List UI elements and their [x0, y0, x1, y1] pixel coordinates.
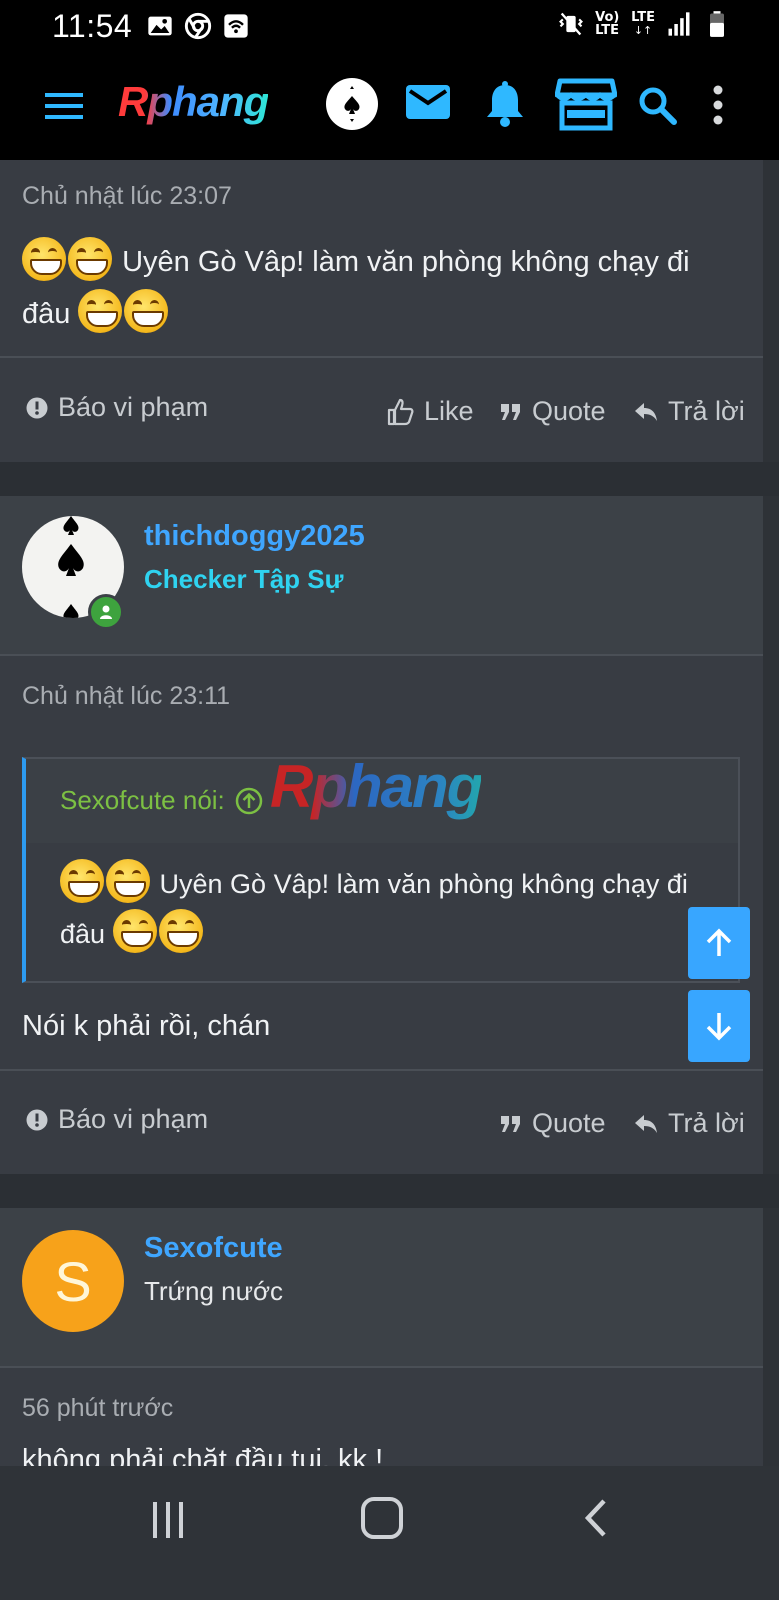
back-icon[interactable]: [580, 1498, 612, 1538]
online-status-icon: [88, 594, 124, 630]
home-icon[interactable]: [360, 1496, 404, 1540]
envelope-icon: [406, 85, 450, 119]
menu-button[interactable]: [40, 82, 88, 130]
more-options-button[interactable]: [700, 82, 736, 128]
grin-emoji-icon: [124, 289, 169, 333]
divider: [0, 1069, 763, 1071]
system-navigation-bar: [0, 1466, 779, 1600]
reply-arrow-icon: [635, 1114, 657, 1133]
recent-apps-icon[interactable]: [148, 1500, 188, 1540]
store-button[interactable]: [554, 76, 618, 132]
arrow-down-icon: [706, 1013, 732, 1041]
image-icon: [148, 16, 172, 36]
quote-button[interactable]: Quote: [500, 396, 606, 427]
app-bar: Rphang: [0, 52, 779, 160]
user-title: Trứng nước: [144, 1276, 284, 1306]
store-icon: [555, 78, 617, 131]
post-timestamp: 56 phút trước: [22, 1394, 174, 1422]
thumbs-up-icon: [387, 398, 414, 425]
grin-emoji-icon: [22, 237, 66, 281]
reply-button[interactable]: Trả lời: [634, 396, 745, 427]
profile-avatar-button[interactable]: [326, 78, 378, 130]
divider: [0, 356, 763, 358]
chrome-icon: [184, 12, 212, 40]
status-bar: 11:54 Vo) LTE LTE ↓↑: [0, 0, 779, 52]
reply-arrow-icon: [635, 402, 657, 421]
post-1: Chủ nhật lúc 23:07 Uyên Gò Vâp! làm văn …: [0, 160, 763, 462]
user-title: Checker Tập Sự: [144, 564, 344, 594]
alert-circle-icon: [26, 1109, 48, 1130]
scroll-to-bottom-button[interactable]: [688, 990, 750, 1062]
post-separator: [0, 1174, 779, 1208]
grin-emoji-icon: [112, 909, 157, 953]
status-system-icons: Vo) LTE LTE ↓↑: [557, 10, 731, 38]
quote-icon: [501, 1115, 520, 1132]
status-time: 11:54: [52, 8, 133, 44]
post-timestamp: Chủ nhật lúc 23:11: [22, 682, 231, 710]
username[interactable]: thichdoggy2025: [144, 520, 365, 553]
messages-button[interactable]: [404, 80, 452, 124]
post-3: S Sexofcute Trứng nước 56 phút trước: [0, 1208, 763, 1466]
vibrate-mute-icon: [559, 12, 584, 36]
divider: [0, 1366, 763, 1368]
quote-author-link[interactable]: Sexofcute nói:: [60, 785, 263, 816]
post-separator: [0, 462, 779, 496]
battery-icon: [710, 11, 724, 37]
arrow-up-circle-icon[interactable]: [235, 787, 263, 815]
volte-label: Vo) LTE: [595, 10, 620, 38]
status-notification-icons: [146, 12, 250, 40]
username[interactable]: Sexofcute: [144, 1232, 283, 1265]
post-message: Uyên Gò Vâp! làm văn phòng không chạy đi…: [22, 236, 742, 340]
kebab-menu-icon: [713, 85, 723, 125]
quote-icon: [501, 403, 520, 420]
grin-emoji-icon: [78, 289, 123, 333]
notifications-button[interactable]: [482, 78, 528, 130]
grin-emoji-icon: [68, 237, 112, 281]
like-button[interactable]: Like: [386, 396, 474, 427]
post-message: Nói k phải rồi, chán: [22, 1010, 271, 1042]
grin-emoji-icon: [106, 859, 150, 903]
spade-card-icon: [344, 86, 360, 122]
lte-indicator: LTE ↓↑: [631, 10, 655, 37]
grin-emoji-icon: [60, 859, 104, 903]
grin-emoji-icon: [158, 909, 203, 953]
hamburger-menu-icon: [45, 93, 83, 119]
reply-button[interactable]: Trả lời: [634, 1108, 745, 1139]
wifi-icon: [224, 14, 248, 38]
quote-body: Uyên Gò Vâp! làm văn phòng không chạy đi…: [60, 859, 700, 959]
avatar[interactable]: S: [22, 1230, 124, 1332]
arrow-up-icon: [706, 928, 732, 956]
search-icon: [639, 87, 677, 125]
bell-icon: [487, 81, 523, 127]
report-button[interactable]: Báo vi phạm: [26, 1104, 208, 1135]
watermark-logo: Rphang: [270, 753, 483, 820]
signal-icon: [668, 12, 690, 36]
quote-button[interactable]: Quote: [500, 1108, 606, 1139]
post-timestamp: Chủ nhật lúc 23:07: [22, 182, 232, 210]
search-button[interactable]: [634, 82, 680, 128]
scroll-to-top-button[interactable]: [688, 907, 750, 979]
divider: [0, 654, 763, 656]
site-logo[interactable]: Rphang: [118, 78, 269, 126]
alert-circle-icon: [26, 397, 48, 418]
report-button[interactable]: Báo vi phạm: [26, 392, 208, 423]
